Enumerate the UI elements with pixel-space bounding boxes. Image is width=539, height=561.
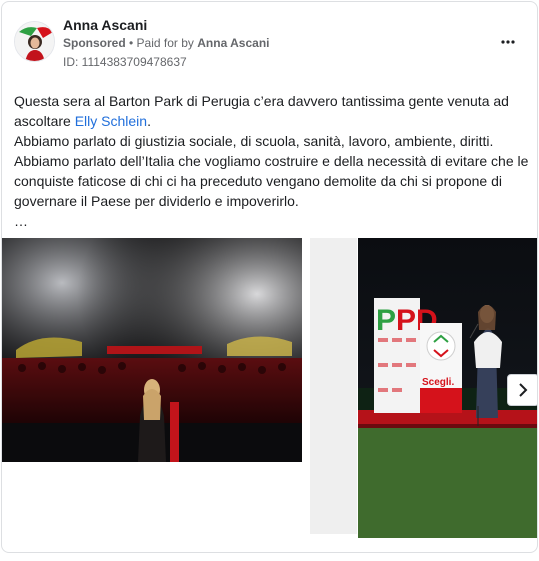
ad-id: ID: 1114383709478637	[63, 55, 187, 69]
more-options-button[interactable]	[496, 30, 520, 54]
svg-text:P: P	[376, 304, 396, 337]
chevron-right-icon	[518, 383, 528, 397]
author-name[interactable]: Anna Ascani	[63, 17, 147, 33]
sponsored-meta: Sponsored • Paid for by Anna Ascani	[63, 36, 270, 50]
paid-for-prefix: Paid for by	[136, 36, 198, 50]
post-paragraph-1: Questa sera al Barton Park di Perugia c’…	[14, 93, 509, 129]
carousel-gap	[310, 238, 357, 534]
sponsored-label: Sponsored	[63, 36, 126, 50]
post-paragraph-3: Abbiamo parlato dell’Italia che vogliamo…	[14, 153, 529, 209]
avatar[interactable]	[14, 21, 55, 62]
podium-cta-text: Scegli.	[422, 377, 454, 388]
ad-card: Anna Ascani Sponsored • Paid for by Anna…	[1, 1, 538, 553]
media-carousel[interactable]: P PD Scegli.	[2, 238, 537, 538]
meta-separator: •	[125, 36, 137, 50]
post-text: Questa sera al Barton Park di Perugia c’…	[14, 91, 530, 231]
paid-for-name: Anna Ascani	[197, 36, 270, 50]
concert-stage-photo[interactable]	[2, 238, 302, 462]
post-paragraph-2: Abbiamo parlato di giustizia sociale, di…	[14, 133, 494, 149]
more-horizontal-icon	[501, 40, 515, 44]
mention-link[interactable]: Elly Schlein	[75, 113, 147, 129]
see-more-ellipsis[interactable]: …	[14, 211, 530, 231]
carousel-next-button[interactable]	[507, 374, 537, 406]
